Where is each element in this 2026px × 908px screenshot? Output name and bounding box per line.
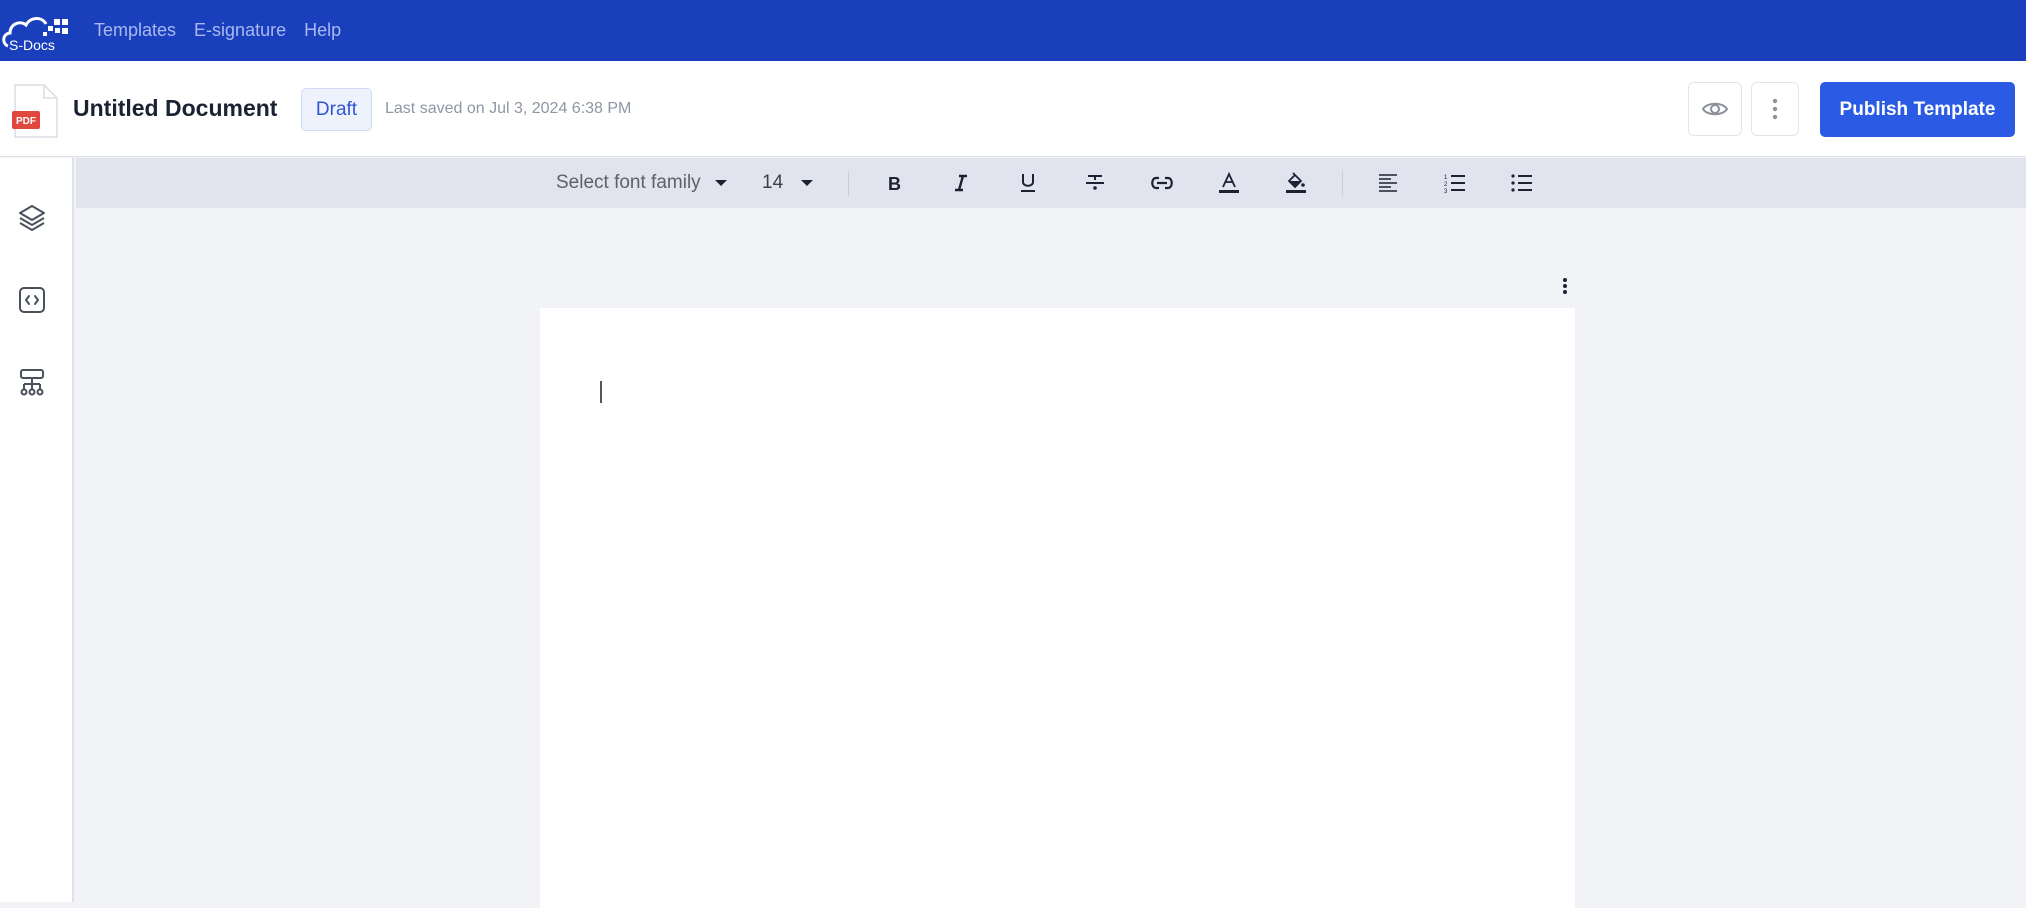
document-title[interactable]: Untitled Document bbox=[73, 95, 277, 122]
sdocs-logo[interactable]: S-Docs bbox=[2, 8, 70, 53]
paint-bucket-icon bbox=[1286, 172, 1306, 193]
svg-text:PDF: PDF bbox=[16, 116, 36, 127]
underline-button[interactable] bbox=[1008, 158, 1048, 208]
highlight-color-button[interactable] bbox=[1276, 158, 1316, 208]
status-badge: Draft bbox=[301, 88, 372, 131]
font-size-value: 14 bbox=[762, 172, 784, 193]
ordered-list-button[interactable]: 123 bbox=[1435, 158, 1475, 208]
kebab-vertical-icon bbox=[1772, 98, 1778, 120]
pdf-file-icon: PDF bbox=[12, 83, 60, 139]
bullet-list-icon bbox=[1511, 174, 1532, 192]
strikethrough-icon bbox=[1086, 175, 1104, 190]
text-color-button[interactable] bbox=[1209, 158, 1249, 208]
nav-e-signature[interactable]: E-signature bbox=[194, 20, 286, 41]
italic-icon bbox=[955, 174, 967, 192]
code-icon bbox=[19, 287, 45, 313]
layers-icon bbox=[19, 205, 45, 231]
bold-button[interactable]: B bbox=[874, 158, 914, 208]
sidebar-item-code[interactable] bbox=[14, 282, 50, 318]
nav-templates[interactable]: Templates bbox=[94, 20, 176, 41]
publish-template-button[interactable]: Publish Template bbox=[1820, 82, 2015, 137]
page-options-kebab-icon[interactable] bbox=[1556, 276, 1574, 296]
text-color-icon bbox=[1219, 171, 1239, 193]
last-saved-text: Last saved on Jul 3, 2024 6:38 PM bbox=[385, 100, 632, 117]
ordered-list-icon: 123 bbox=[1444, 175, 1465, 194]
left-sidebar bbox=[0, 158, 74, 902]
chevron-down-icon bbox=[801, 180, 814, 186]
formatting-toolbar: Select font family 14 B 123 bbox=[76, 158, 2026, 208]
text-cursor bbox=[600, 381, 602, 403]
bold-icon: B bbox=[888, 174, 901, 193]
svg-text:2: 2 bbox=[1444, 182, 1448, 188]
sidebar-item-hierarchy[interactable] bbox=[14, 364, 50, 400]
eye-icon bbox=[1701, 102, 1729, 116]
strikethrough-button[interactable] bbox=[1075, 158, 1115, 208]
sidebar-item-layers[interactable] bbox=[14, 200, 50, 236]
hierarchy-icon bbox=[20, 369, 44, 396]
chevron-down-icon bbox=[714, 180, 727, 186]
underline-icon bbox=[1021, 174, 1035, 192]
font-size-select[interactable]: 14 bbox=[762, 158, 822, 208]
bullet-list-button[interactable] bbox=[1502, 158, 1542, 208]
align-left-icon bbox=[1379, 174, 1397, 192]
more-options-button[interactable] bbox=[1751, 82, 1799, 136]
toolbar-divider bbox=[848, 171, 849, 196]
svg-text:1: 1 bbox=[1444, 175, 1448, 181]
font-family-value: Select font family bbox=[556, 172, 701, 193]
app-header: S-Docs Templates E-signature Help bbox=[0, 0, 2026, 61]
nav-help[interactable]: Help bbox=[304, 20, 341, 41]
link-icon bbox=[1151, 176, 1173, 190]
document-page[interactable] bbox=[540, 308, 1575, 908]
toolbar-divider bbox=[1342, 171, 1343, 196]
preview-button[interactable] bbox=[1688, 82, 1742, 136]
font-family-select[interactable]: Select font family bbox=[556, 158, 736, 208]
top-nav: Templates E-signature Help bbox=[94, 0, 341, 61]
logo-text: S-Docs bbox=[9, 37, 55, 52]
document-header: PDF Untitled Document Draft Last saved o… bbox=[0, 61, 2026, 157]
align-left-button[interactable] bbox=[1368, 158, 1408, 208]
svg-text:B: B bbox=[888, 174, 901, 193]
italic-button[interactable] bbox=[941, 158, 981, 208]
svg-text:3: 3 bbox=[1444, 189, 1448, 194]
link-button[interactable] bbox=[1142, 158, 1182, 208]
